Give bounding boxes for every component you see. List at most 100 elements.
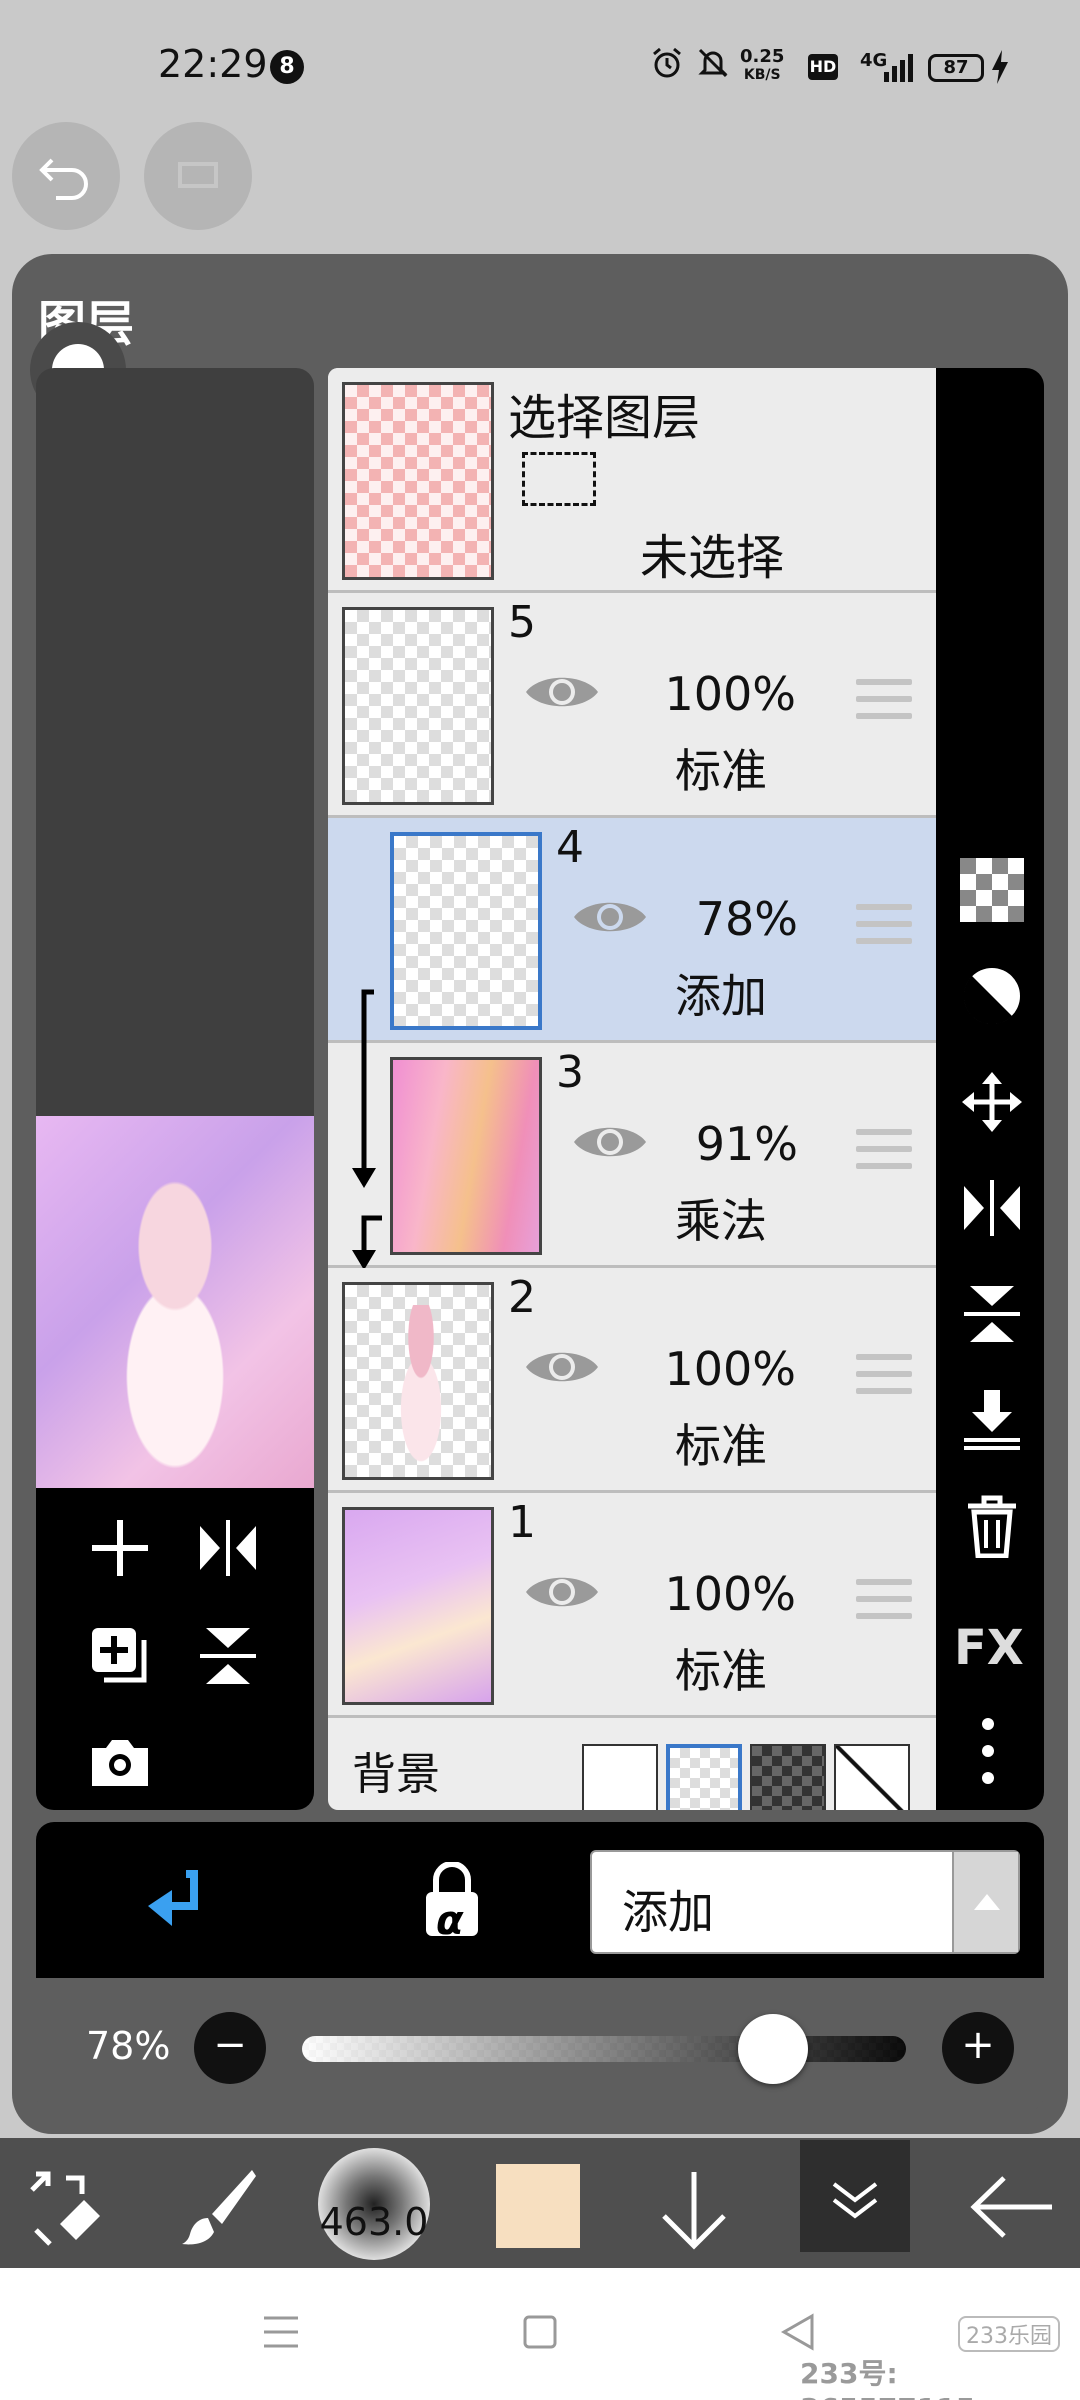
background-dark-option[interactable]	[750, 1744, 826, 1810]
brush-size-value: 463.0	[319, 2200, 429, 2244]
blend-mode-select[interactable]: 添加	[590, 1850, 1020, 1954]
layer-drag-handle[interactable]	[856, 1129, 912, 1177]
opacity-slider-knob[interactable]	[738, 2014, 809, 2084]
duplicate-layer-icon[interactable]	[88, 1624, 152, 1688]
layer-blend-mode: 添加	[675, 969, 767, 1023]
layers-toggle-button[interactable]	[800, 2140, 910, 2252]
alpha-symbol: α	[436, 1898, 464, 1944]
layer-blend-mode: 标准	[675, 744, 767, 798]
visibility-eye-icon[interactable]	[522, 667, 602, 717]
color-swatch-button[interactable]	[496, 2164, 580, 2248]
background-white-option[interactable]	[582, 1744, 658, 1810]
invert-icon[interactable]	[960, 964, 1024, 1028]
layer-number: 5	[508, 597, 536, 648]
watermark-logo: 233乐园	[958, 2316, 1060, 2352]
trash-icon[interactable]	[960, 1494, 1024, 1558]
layer-blend-mode: 标准	[675, 1419, 767, 1473]
selection-marquee-icon	[522, 452, 596, 506]
more-options-icon[interactable]	[978, 1716, 998, 1786]
selection-layer-thumbnail	[342, 382, 494, 580]
background-label: 背景	[352, 1749, 440, 1800]
opacity-value: 78%	[86, 2024, 171, 2068]
visibility-eye-icon[interactable]	[522, 1342, 602, 1392]
layer-thumbnail	[390, 1057, 542, 1255]
back-arrow-icon[interactable]	[968, 2172, 1056, 2242]
menu-icon[interactable]	[262, 2314, 300, 2350]
flip-horizontal-icon[interactable]	[196, 1516, 260, 1580]
alarm-icon	[653, 47, 681, 78]
layer-drag-handle[interactable]	[856, 679, 912, 727]
layer-number: 3	[556, 1047, 584, 1098]
layer-opacity: 100%	[664, 667, 796, 721]
network-speed: 0.25 KB/S	[740, 48, 784, 84]
transform-eraser-icon[interactable]	[26, 2168, 106, 2248]
battery-indicator: 87	[928, 54, 984, 82]
hd-badge: HD	[808, 54, 838, 80]
layer-row-5[interactable]: 5 100% 标准	[328, 593, 936, 818]
watermark-text: 233号: 365577115	[800, 2357, 975, 2400]
layer-thumbnail	[342, 1282, 494, 1480]
layer-drag-handle[interactable]	[856, 1579, 912, 1627]
layer-row-1[interactable]: 1 100% 标准	[328, 1493, 936, 1718]
fx-button[interactable]: FX	[954, 1620, 1024, 1676]
status-bar: 22:29 8 0.25 KB/S HD 4G 87	[0, 0, 1080, 110]
layers-list[interactable]: 选择图层 未选择 5 100% 标准 4 78% 添加 3 91% 乘法 2 1…	[328, 368, 936, 1810]
opacity-slider-track[interactable]	[302, 2036, 906, 2062]
selection-layer-title: 选择图层	[508, 390, 701, 446]
layer-number: 2	[508, 1272, 536, 1323]
nav-back-icon[interactable]	[780, 2312, 816, 2352]
layer-actions-bar: FX	[936, 368, 1044, 1810]
selection-layer-row[interactable]: 选择图层 未选择	[328, 368, 936, 593]
down-arrow-icon[interactable]	[654, 2168, 734, 2252]
redo-button[interactable]	[144, 122, 252, 230]
add-layer-icon[interactable]	[88, 1516, 152, 1580]
layer-thumbnail	[342, 607, 494, 805]
background-transparent-option[interactable]	[666, 1744, 742, 1810]
background-custom-option[interactable]	[834, 1744, 910, 1810]
speed-value: 0.25	[740, 46, 785, 67]
status-time: 22:29	[158, 42, 268, 86]
layer-tools	[36, 1488, 314, 1810]
layer-row-4[interactable]: 4 78% 添加	[328, 818, 936, 1043]
bell-off-icon	[698, 48, 728, 78]
layer-row-2[interactable]: 2 100% 标准	[328, 1268, 936, 1493]
brush-icon[interactable]	[178, 2166, 258, 2250]
canvas-preview-image[interactable]	[36, 1116, 314, 1488]
speed-unit: KB/S	[743, 67, 781, 83]
flip-horizontal-icon[interactable]	[960, 1176, 1024, 1240]
opacity-increase-button[interactable]: +	[942, 2012, 1014, 2084]
flip-vertical-icon[interactable]	[196, 1624, 260, 1688]
home-icon[interactable]	[522, 2314, 558, 2350]
undo-button[interactable]	[12, 122, 120, 230]
layer-drag-handle[interactable]	[856, 904, 912, 952]
layer-blend-mode: 乘法	[675, 1194, 767, 1248]
notification-badge: 8	[270, 50, 304, 84]
redo-icon	[178, 162, 218, 188]
layer-thumbnail	[390, 832, 542, 1030]
signal-icon	[884, 54, 913, 82]
blend-mode-value: 添加	[622, 1885, 714, 1939]
checkerboard-icon[interactable]	[960, 858, 1024, 922]
charging-icon	[992, 50, 1008, 84]
layer-opacity: 100%	[664, 1342, 796, 1396]
flip-vertical-icon[interactable]	[960, 1282, 1024, 1346]
selection-state: 未选择	[640, 530, 785, 586]
layer-opacity: 91%	[695, 1117, 798, 1171]
move-icon[interactable]	[960, 1070, 1024, 1134]
layer-number: 1	[508, 1497, 536, 1548]
visibility-eye-icon[interactable]	[522, 1567, 602, 1617]
opacity-decrease-button[interactable]: −	[194, 2012, 266, 2084]
layer-opacity: 100%	[664, 1567, 796, 1621]
layer-drag-handle[interactable]	[856, 1354, 912, 1402]
dropdown-arrow-icon	[952, 1852, 1018, 1952]
merge-down-icon[interactable]	[960, 1388, 1024, 1452]
undo-icon	[39, 158, 88, 200]
canvas-preview-column	[36, 368, 314, 1810]
layer-row-3[interactable]: 3 91% 乘法	[328, 1043, 936, 1268]
camera-icon[interactable]	[88, 1732, 152, 1792]
clipping-arrow-icon	[352, 989, 382, 1270]
clipping-icon[interactable]	[142, 1870, 202, 1934]
layer-opacity: 78%	[695, 892, 798, 946]
layer-thumbnail	[342, 1507, 494, 1705]
collapse-chevrons-icon	[832, 2182, 878, 2219]
